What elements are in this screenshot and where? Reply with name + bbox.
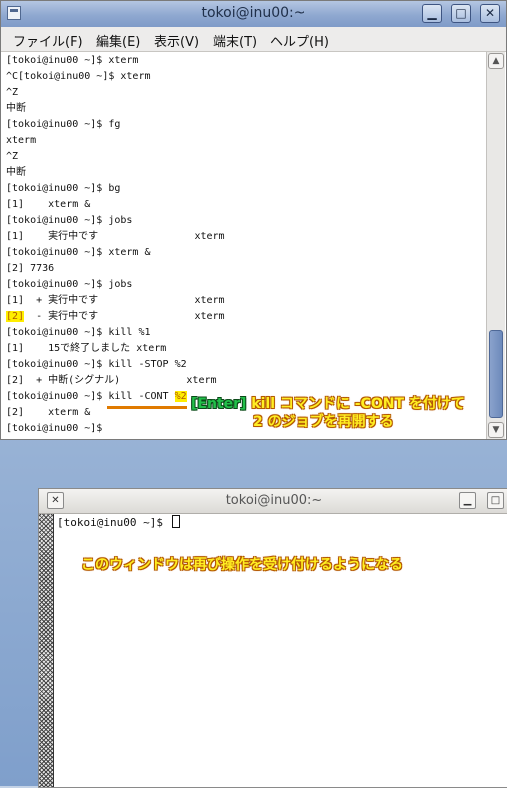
job2-status: - 実行中です xterm [24, 311, 225, 322]
kill-prompt: [tokoi@inu00 ~]$ [6, 391, 109, 402]
kill-command: kill -CONT [108, 391, 175, 402]
callout-text-2: 2 のジョブを再開する [253, 414, 394, 430]
term-line: [2] + 中断(シグナル) xterm [6, 375, 217, 386]
term-line-kill-cont: [tokoi@inu00 ~]$ kill -CONT %2 [6, 389, 187, 405]
maximize-button[interactable]: □ [451, 4, 471, 23]
xterm-window: ✕ tokoi@inu00:~ ▁ □ [tokoi@inu00 ~]$ このウ… [38, 488, 507, 788]
annotation-callout: [Enter] kill コマンドに -CONT を付けて [191, 393, 465, 413]
minimize-icon: ▁ [427, 6, 437, 20]
vertical-scrollbar[interactable]: ▲ ▼ [486, 52, 505, 439]
command-underline [107, 406, 187, 409]
menu-help[interactable]: ヘルプ(H) [270, 31, 329, 50]
term-line: [tokoi@inu00 ~]$ [6, 423, 103, 434]
text-cursor [171, 515, 180, 528]
term-line: xterm [6, 135, 37, 146]
term-line: [tokoi@inu00 ~]$ bg [6, 183, 121, 194]
scroll-down-button[interactable]: ▼ [488, 422, 504, 438]
scroll-up-button[interactable]: ▲ [488, 53, 504, 69]
term-line: [tokoi@inu00 ~]$ xterm & [6, 247, 151, 258]
term-line: [2] 7736 [6, 263, 55, 274]
menu-file[interactable]: ファイル(F) [13, 31, 83, 50]
term-line: ^Z [6, 151, 19, 162]
callout-text-1: kill コマンドに -CONT を付けて [246, 396, 465, 412]
term-line: ^Z [6, 87, 19, 98]
term-line: 中断 [6, 103, 26, 114]
term-line: [2] xterm & [6, 407, 91, 418]
close-icon: ✕ [484, 6, 496, 20]
maximize-icon: □ [455, 6, 467, 20]
xterm-window-title: tokoi@inu00:~ [225, 493, 323, 508]
maximize-icon: □ [490, 495, 501, 506]
term-line: [tokoi@inu00 ~]$ kill -STOP %2 [6, 359, 187, 370]
xterm-prompt-line[interactable]: [tokoi@inu00 ~]$ [57, 515, 180, 529]
menu-terminal[interactable]: 端末(T) [213, 31, 257, 50]
menu-bar: ファイル(F) 編集(E) 表示(V) 端末(T) ヘルプ(H) [1, 27, 506, 52]
term-line: [1] + 実行中です xterm [6, 295, 225, 306]
term-line: [1] xterm & [6, 199, 91, 210]
term-line: 中断 [6, 167, 26, 178]
menu-view[interactable]: 表示(V) [154, 31, 199, 50]
chevron-up-icon: ▲ [492, 56, 500, 66]
term-line: [tokoi@inu00 ~]$ jobs [6, 215, 133, 226]
xterm-annotation-callout: このウィンドウは再び操作を受け付けるようになる [81, 557, 403, 573]
xterm-title-bar[interactable]: ✕ tokoi@inu00:~ ▁ □ [39, 489, 507, 514]
xterm-prompt: [tokoi@inu00 ~]$ [57, 516, 170, 529]
xterm-minimize-button[interactable]: ▁ [459, 492, 476, 509]
term-line: ^C[tokoi@inu00 ~]$ xterm [6, 71, 151, 82]
term-line: [tokoi@inu00 ~]$ xterm [6, 55, 139, 66]
menu-edit[interactable]: 編集(E) [96, 31, 140, 50]
chevron-down-icon: ▼ [492, 425, 500, 435]
minimize-icon: ▁ [463, 495, 472, 506]
term-line-job2: [2] - 実行中です xterm [6, 309, 225, 325]
close-button[interactable]: ✕ [480, 4, 500, 23]
job-number-highlight: [2] [6, 311, 25, 322]
term-line: [1] 実行中です xterm [6, 231, 225, 242]
term-line: [tokoi@inu00 ~]$ kill %1 [6, 327, 151, 338]
kill-argument-highlight: %2 [174, 391, 187, 402]
term-line: [1] 15で終了しました xterm [6, 343, 167, 354]
term-line: [tokoi@inu00 ~]$ fg [6, 119, 121, 130]
minimize-button[interactable]: ▁ [422, 4, 442, 23]
title-bar[interactable]: tokoi@inu00:~ ▁ □ ✕ [1, 1, 506, 28]
xterm-maximize-button[interactable]: □ [487, 492, 504, 509]
term-line: [tokoi@inu00 ~]$ jobs [6, 279, 133, 290]
enter-key-label: [Enter] [191, 396, 247, 412]
terminal-window: tokoi@inu00:~ ▁ □ ✕ ファイル(F) 編集(E) 表示(V) … [0, 0, 507, 440]
scrollbar-thumb[interactable] [489, 330, 503, 418]
xterm-scrollbar[interactable] [39, 514, 54, 787]
